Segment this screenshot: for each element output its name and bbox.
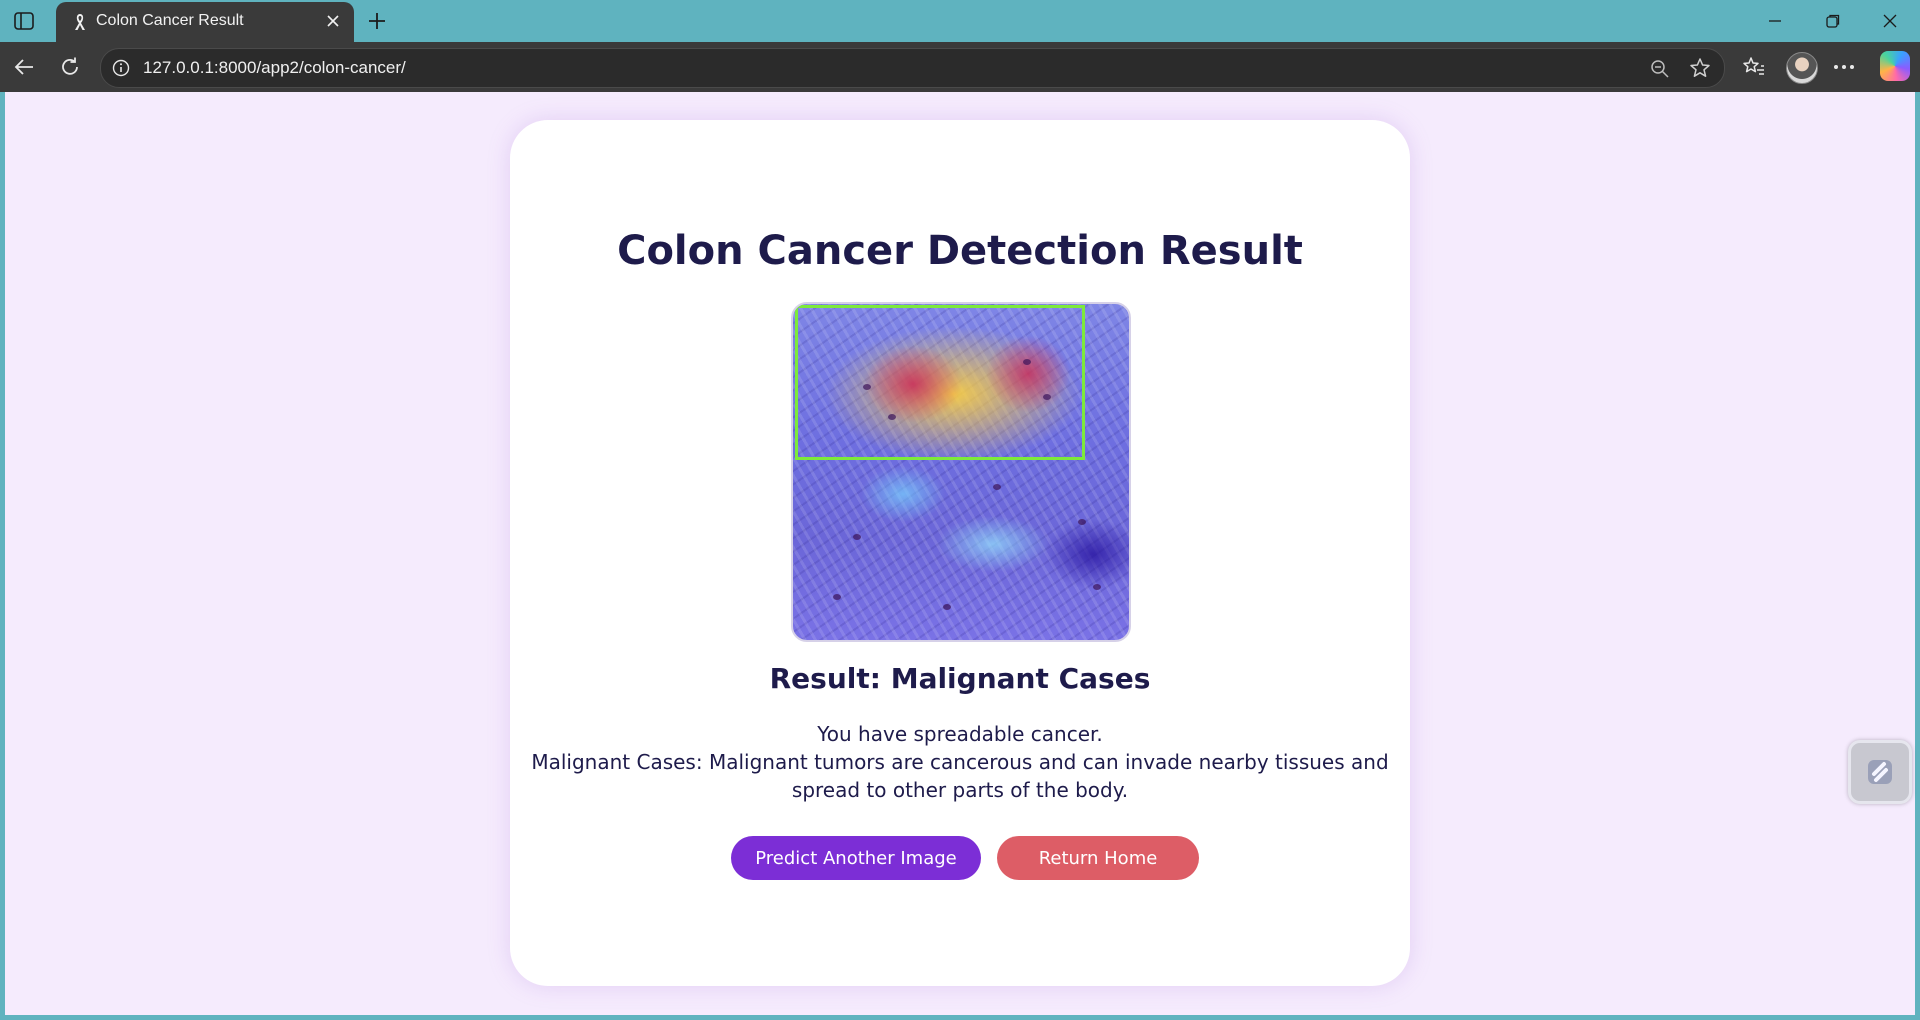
result-description: You have spreadable cancer. Malignant Ca… [530, 720, 1390, 804]
analyzed-tissue-image [791, 302, 1131, 642]
favorite-star-icon[interactable] [1688, 56, 1712, 80]
tab-title: Colon Cancer Result [96, 12, 244, 29]
site-info-icon[interactable] [111, 58, 131, 78]
close-tab-icon[interactable] [322, 10, 344, 32]
new-tab-icon[interactable] [364, 8, 390, 34]
close-window-icon[interactable] [1870, 8, 1910, 34]
result-heading: Result: Malignant Cases [769, 662, 1151, 695]
description-detail: Malignant Cases: Malignant tumors are ca… [531, 750, 1389, 802]
tab-actions-icon[interactable] [12, 10, 36, 32]
restore-icon[interactable] [1813, 8, 1853, 34]
browser-tab[interactable]: Colon Cancer Result [56, 2, 354, 42]
detection-bounding-box [795, 305, 1085, 460]
reload-icon[interactable] [54, 51, 86, 83]
page-title: Colon Cancer Detection Result [617, 228, 1303, 274]
more-options-icon[interactable] [1828, 51, 1860, 83]
description-summary: You have spreadable cancer. [817, 722, 1103, 746]
back-arrow-icon[interactable] [8, 51, 40, 83]
copilot-icon[interactable] [1880, 51, 1910, 81]
address-bar[interactable]: 127.0.0.1:8000/app2/colon-cancer/ [100, 48, 1725, 88]
page-viewport: Colon Cancer Detection Result Result: Ma… [5, 92, 1915, 1015]
predict-another-image-button[interactable]: Predict Another Image [731, 836, 981, 880]
profile-avatar[interactable] [1786, 52, 1818, 84]
result-card: Colon Cancer Detection Result Result: Ma… [510, 120, 1410, 986]
floating-extension-widget[interactable] [1848, 740, 1912, 804]
extension-logo-icon [1868, 760, 1892, 784]
awareness-ribbon-icon [70, 12, 90, 32]
url-text[interactable]: 127.0.0.1:8000/app2/colon-cancer/ [143, 58, 406, 78]
minimize-icon[interactable] [1755, 8, 1795, 34]
browser-toolbar: 127.0.0.1:8000/app2/colon-cancer/ [0, 42, 1920, 92]
return-home-button[interactable]: Return Home [997, 836, 1199, 880]
favorites-icon[interactable] [1738, 51, 1770, 83]
browser-tab-bar: Colon Cancer Result [0, 0, 1920, 42]
zoom-out-icon[interactable] [1648, 57, 1672, 81]
